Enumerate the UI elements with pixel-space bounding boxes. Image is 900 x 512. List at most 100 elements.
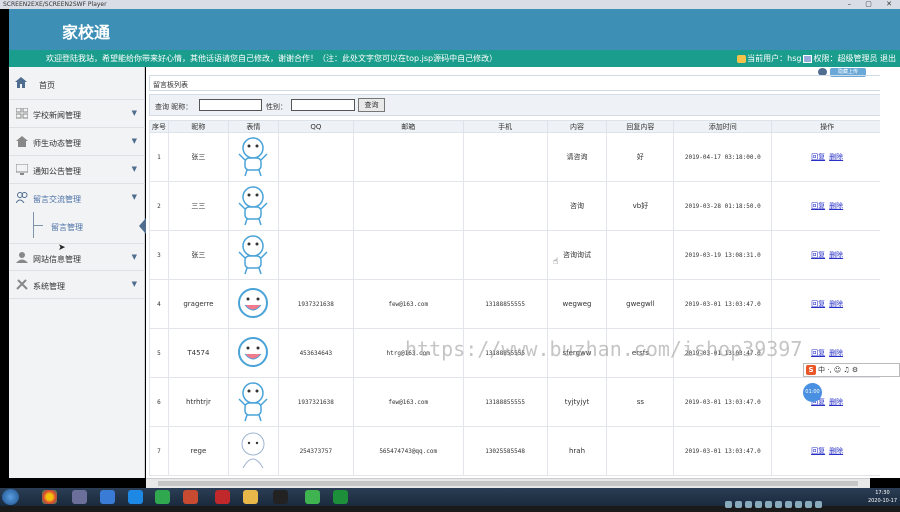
cell-email bbox=[352, 230, 464, 280]
cell-phone: 13188855555 bbox=[462, 377, 548, 427]
delete-link[interactable]: 删除 bbox=[829, 300, 843, 308]
system-tray-icons[interactable] bbox=[725, 493, 845, 508]
window-titlebar: SCREEN2EXE/SCREEN2SWF Player – ▢ ✕ bbox=[0, 0, 900, 9]
monitor-icon bbox=[16, 164, 28, 175]
cell-time: 2019-03-01 13:03:47.0 bbox=[673, 426, 773, 476]
cell-content: 请咨询 bbox=[546, 132, 608, 182]
qq-browser-icon[interactable] bbox=[128, 490, 143, 504]
delete-link[interactable]: 删除 bbox=[829, 153, 843, 161]
grid-icon bbox=[16, 108, 28, 119]
reply-link[interactable]: 回复 bbox=[811, 251, 825, 259]
cell-qq bbox=[277, 132, 354, 182]
cell-email: 565474743@qq.com bbox=[352, 426, 464, 476]
user-info: 当前用户：hsg 权限：超级管理员 退出 bbox=[737, 53, 896, 64]
sogou-icon: S bbox=[806, 365, 816, 375]
delete-link[interactable]: 删除 bbox=[829, 349, 843, 357]
table-row: 1 张三 请咨询好 2019-04-17 03:18:00.0 回复 删除 bbox=[149, 132, 883, 182]
window-controls[interactable]: – ▢ ✕ bbox=[848, 0, 898, 9]
nickname-input[interactable] bbox=[199, 99, 262, 111]
col-content: 内容 bbox=[546, 120, 608, 133]
cell-ops: 回复 删除 bbox=[771, 377, 883, 427]
cell-qq bbox=[277, 181, 354, 231]
people-icon bbox=[16, 192, 28, 203]
brand-title: 家校通 bbox=[62, 23, 111, 42]
timer-bubble[interactable]: 01:00 bbox=[803, 383, 822, 402]
sidebar-item-system[interactable]: 系统管理 ▼ bbox=[9, 271, 145, 299]
editor-icon[interactable] bbox=[183, 490, 198, 504]
watermark: https://www.buzhan.com/ishop39397 bbox=[405, 337, 803, 361]
emoji-avatar-icon bbox=[238, 235, 268, 275]
sidebar-item-message[interactable]: 留言交流管理 ▼ bbox=[9, 184, 145, 212]
cell-no: 5 bbox=[149, 328, 169, 378]
app-icon[interactable] bbox=[72, 490, 87, 504]
cell-avatar bbox=[227, 279, 279, 329]
cell-reply: gwegwll bbox=[606, 279, 675, 329]
table-row: 4 gragerre 1937321638 few@163.com 1318885555… bbox=[149, 279, 883, 329]
col-no: 序号 bbox=[149, 120, 169, 133]
start-button[interactable] bbox=[2, 489, 19, 505]
delete-link[interactable]: 删除 bbox=[829, 447, 843, 455]
home-icon bbox=[15, 77, 27, 88]
emoji-avatar-icon bbox=[241, 432, 265, 469]
reply-link[interactable]: 回复 bbox=[811, 153, 825, 161]
nickname-label: 查询 昵称： bbox=[155, 103, 193, 111]
search-button[interactable]: 查询 bbox=[358, 98, 385, 112]
sidebar-label: 系统管理 bbox=[33, 282, 65, 291]
chevron-down-icon: ▼ bbox=[131, 109, 137, 117]
folder-icon[interactable] bbox=[243, 490, 258, 504]
scroll-thumb[interactable] bbox=[158, 481, 858, 486]
reply-link[interactable]: 回复 bbox=[811, 349, 825, 357]
chevron-down-icon: ▼ bbox=[131, 280, 137, 288]
message-table: 序号 昵称 表情 QQ 邮箱 手机 内容 回复内容 添加时间 操作 1 张三 请咨询… bbox=[149, 120, 883, 476]
cell-nick: 张三 bbox=[167, 230, 229, 280]
role-and-logout[interactable]: 权限：超级管理员 退出 bbox=[813, 54, 896, 63]
horizontal-scrollbar[interactable] bbox=[146, 478, 870, 488]
app2-icon[interactable] bbox=[155, 490, 170, 504]
wechat-icon[interactable] bbox=[305, 490, 320, 504]
cell-reply bbox=[606, 230, 675, 280]
chevron-down-icon: ▼ bbox=[131, 193, 137, 201]
sidebar-item-home[interactable]: 首页 bbox=[9, 67, 145, 100]
delete-link[interactable]: 删除 bbox=[829, 202, 843, 210]
cell-time: 2019-03-28 01:18:50.0 bbox=[673, 181, 773, 231]
sidebar-item-school-news[interactable]: 学校新闻管理 ▼ bbox=[9, 100, 145, 128]
ime-toolbar[interactable]: S中 ·, ☺ ♫ ⚙ bbox=[803, 363, 900, 377]
cell-qq: 1937321638 bbox=[277, 279, 354, 329]
cell-phone: 13188855555 bbox=[462, 279, 548, 329]
player-window: SCREEN2EXE/SCREEN2SWF Player – ▢ ✕ 家校通 欢… bbox=[0, 0, 900, 508]
cell-email: few@163.com bbox=[352, 377, 464, 427]
clock[interactable]: 17:30 2020-10-17 bbox=[868, 489, 897, 505]
table-row: 7 rege 254373757 565474743@qq.com 1302558554… bbox=[149, 426, 883, 476]
delete-link[interactable]: 删除 bbox=[829, 398, 843, 406]
cloud-app-icon[interactable] bbox=[100, 490, 115, 504]
sidebar: 首页 学校新闻管理 ▼ 师生动态管理 ▼ 通知公告管理 ▼ 留言交流管理 ▼ 留… bbox=[9, 67, 146, 478]
hand-cursor-icon: ☝ bbox=[553, 257, 559, 267]
sidebar-label: 通知公告管理 bbox=[33, 167, 81, 176]
cell-qq bbox=[277, 230, 354, 280]
sidebar-item-site-info[interactable]: 网站信息管理 ▼ bbox=[9, 243, 145, 271]
delete-link[interactable]: 删除 bbox=[829, 251, 843, 259]
cell-reply: ss bbox=[606, 377, 675, 427]
cell-email bbox=[352, 132, 464, 182]
cell-email: few@163.com bbox=[352, 279, 464, 329]
sidebar-item-notice[interactable]: 通知公告管理 ▼ bbox=[9, 156, 145, 184]
user-icon bbox=[16, 252, 28, 263]
reply-link[interactable]: 回复 bbox=[811, 447, 825, 455]
gender-input[interactable] bbox=[291, 99, 355, 111]
cell-avatar bbox=[227, 230, 279, 280]
chrome-icon[interactable] bbox=[42, 490, 57, 504]
reply-link[interactable]: 回复 bbox=[811, 300, 825, 308]
cell-content: 咨询 bbox=[546, 181, 608, 231]
cell-time: 2019-03-19 13:08:31.0 bbox=[673, 230, 773, 280]
col-reply: 回复内容 bbox=[606, 120, 675, 133]
sidebar-item-teacher-student[interactable]: 师生动态管理 ▼ bbox=[9, 128, 145, 156]
reply-link[interactable]: 回复 bbox=[811, 202, 825, 210]
cell-phone bbox=[462, 132, 548, 182]
flash-icon[interactable] bbox=[215, 490, 230, 504]
sidebar-subitem-message-manage[interactable]: 留言管理 bbox=[9, 212, 146, 238]
player-icon[interactable] bbox=[333, 490, 348, 504]
qq-icon[interactable] bbox=[273, 490, 288, 504]
header-banner bbox=[9, 9, 900, 50]
chevron-down-icon: ▼ bbox=[131, 253, 137, 261]
cell-avatar bbox=[227, 377, 279, 427]
